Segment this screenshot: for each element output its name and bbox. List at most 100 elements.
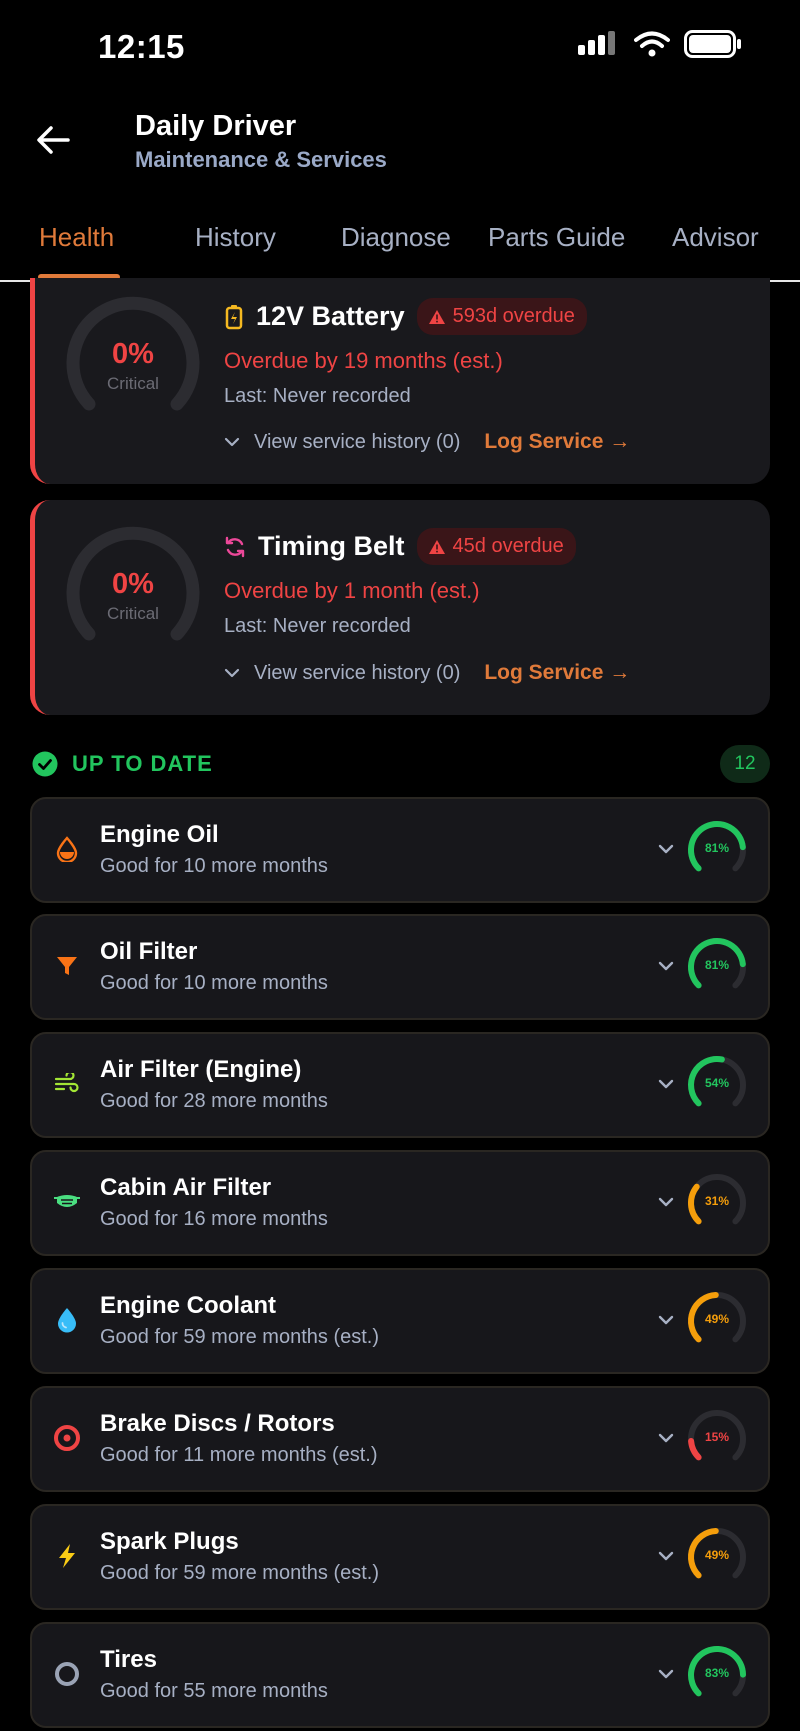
chevron-down-icon[interactable] [654, 1426, 678, 1450]
item-percent: 49% [704, 1312, 730, 1326]
overdue-badge-text: 45d overdue [452, 535, 564, 557]
item-gauge: 54% [684, 1052, 750, 1118]
status-time: 12:15 [98, 28, 185, 65]
overdue-badge: 45d overdue [416, 528, 576, 565]
disc-icon [52, 1423, 82, 1453]
item-gauge: 31% [684, 1170, 750, 1236]
health-gauge: 0% Critical [63, 296, 203, 436]
item-percent: 83% [704, 1666, 730, 1680]
overdue-card-battery: 0% Critical 12V Battery 593d overdue Ove… [30, 278, 770, 484]
health-state: Critical [107, 374, 159, 393]
item-percent: 31% [704, 1194, 730, 1208]
health-percent: 0% [112, 568, 154, 600]
log-service-button[interactable]: Log Service → [484, 661, 630, 685]
tab-diagnose[interactable]: Diagnose [341, 222, 451, 253]
view-history-label: View service history (0) [254, 661, 461, 684]
item-gauge: 49% [684, 1524, 750, 1590]
funnel-icon [52, 951, 82, 981]
item-percent: 81% [704, 841, 730, 855]
item-title: Tires [100, 1646, 157, 1673]
list-item-spark-plugs[interactable]: Spark Plugs Good for 59 more months (est… [30, 1504, 770, 1610]
chevron-down-icon[interactable] [654, 1662, 678, 1686]
item-title: Oil Filter [100, 938, 198, 965]
item-subtitle: Good for 59 more months (est.) [100, 1326, 380, 1348]
item-subtitle: Good for 10 more months [100, 972, 328, 994]
log-service-button[interactable]: Log Service → [484, 430, 630, 454]
page-subtitle: Maintenance & Services [135, 147, 387, 172]
service-title: Timing Belt [258, 531, 405, 561]
item-gauge: 83% [684, 1642, 750, 1708]
mask-icon [52, 1187, 82, 1217]
lightning-icon [52, 1541, 82, 1571]
water-drop-icon [52, 1305, 82, 1335]
list-item-oil-filter[interactable]: Oil Filter Good for 10 more months 81% [30, 914, 770, 1020]
health-gauge: 0% Critical [63, 526, 203, 666]
chevron-down-icon[interactable] [654, 1072, 678, 1096]
card-actions: View service history (0) Log Service → [224, 661, 630, 685]
last-recorded: Last: Never recorded [224, 615, 411, 637]
item-percent: 54% [704, 1076, 730, 1090]
list-item-tires[interactable]: Tires Good for 55 more months 83% [30, 1622, 770, 1728]
view-history-label: View service history (0) [254, 430, 461, 453]
tab-history[interactable]: History [195, 222, 276, 253]
item-percent: 49% [704, 1548, 730, 1562]
overdue-badge-text: 593d overdue [452, 305, 575, 327]
tab-parts-guide[interactable]: Parts Guide [488, 222, 625, 253]
chevron-down-icon[interactable] [654, 1544, 678, 1568]
chevron-down-icon [224, 437, 240, 447]
battery-icon [225, 304, 243, 329]
item-gauge: 15% [684, 1406, 750, 1472]
warning-icon [428, 309, 445, 324]
refresh-icon [225, 536, 245, 557]
list-item-engine-oil[interactable]: Engine Oil Good for 10 more months 81% [30, 797, 770, 903]
service-title: 12V Battery [256, 301, 405, 331]
item-percent: 15% [704, 1430, 730, 1444]
tire-icon [52, 1659, 82, 1689]
status-icons [578, 30, 742, 58]
item-subtitle: Good for 28 more months [100, 1090, 328, 1112]
item-subtitle: Good for 16 more months [100, 1208, 328, 1230]
item-title: Spark Plugs [100, 1528, 239, 1555]
up-to-date-header: UP TO DATE 12 [30, 745, 770, 785]
chevron-down-icon[interactable] [654, 1308, 678, 1332]
overdue-estimate: Overdue by 19 months (est.) [224, 348, 503, 373]
section-count-badge: 12 [720, 745, 770, 783]
wind-icon [52, 1069, 82, 1099]
tab-health[interactable]: Health [39, 222, 114, 253]
overdue-card-timing-belt: 0% Critical Timing Belt 45d overdue Over… [30, 500, 770, 715]
list-item-air-filter[interactable]: Air Filter (Engine) Good for 28 more mon… [30, 1032, 770, 1138]
item-title: Air Filter (Engine) [100, 1056, 302, 1083]
signal-icon [578, 31, 615, 55]
tab-advisor[interactable]: Advisor [672, 222, 759, 253]
item-gauge: 49% [684, 1288, 750, 1354]
wifi-icon [634, 31, 670, 57]
item-subtitle: Good for 10 more months [100, 855, 328, 877]
view-history-toggle[interactable]: View service history (0) [224, 431, 460, 454]
item-subtitle: Good for 11 more months (est.) [100, 1444, 378, 1466]
warning-icon [428, 539, 445, 554]
item-title: Brake Discs / Rotors [100, 1410, 335, 1437]
chevron-down-icon [224, 668, 240, 678]
arrow-left-icon [37, 126, 70, 154]
chevron-down-icon[interactable] [654, 1190, 678, 1214]
back-button[interactable] [30, 117, 76, 163]
page-title: Daily Driver [135, 110, 297, 142]
card-title-row: 12V Battery 593d overdue [224, 298, 587, 335]
app-header: Daily Driver Maintenance & Services [0, 95, 800, 185]
health-state: Critical [107, 604, 159, 623]
item-title: Engine Oil [100, 821, 219, 848]
check-circle-icon [32, 751, 58, 777]
list-item-brake-discs[interactable]: Brake Discs / Rotors Good for 11 more mo… [30, 1386, 770, 1492]
item-gauge: 81% [684, 934, 750, 1000]
view-history-toggle[interactable]: View service history (0) [224, 662, 460, 685]
list-item-cabin-air-filter[interactable]: Cabin Air Filter Good for 16 more months… [30, 1150, 770, 1256]
card-actions: View service history (0) Log Service → [224, 430, 630, 454]
battery-status-icon [684, 30, 741, 58]
overdue-badge: 593d overdue [416, 298, 587, 335]
last-recorded: Last: Never recorded [224, 385, 411, 407]
chevron-down-icon[interactable] [654, 954, 678, 978]
list-item-engine-coolant[interactable]: Engine Coolant Good for 59 more months (… [30, 1268, 770, 1374]
item-subtitle: Good for 59 more months (est.) [100, 1562, 380, 1584]
tab-bar: Health History Diagnose Parts Guide Advi… [0, 200, 800, 282]
chevron-down-icon[interactable] [654, 837, 678, 861]
